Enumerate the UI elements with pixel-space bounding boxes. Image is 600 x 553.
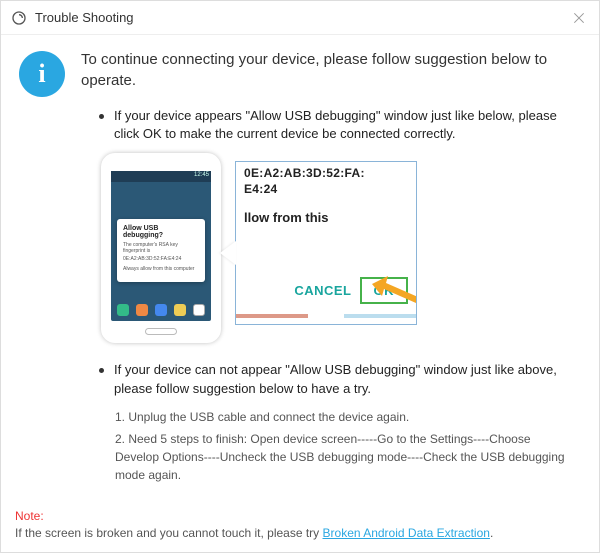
- illustration: 12:45 Allow USB debugging? The computer'…: [101, 153, 575, 343]
- bullet-text-1: If your device appears "Allow USB debugg…: [114, 107, 575, 143]
- phone-mockup: 12:45 Allow USB debugging? The computer'…: [101, 153, 221, 343]
- window-title: Trouble Shooting: [35, 10, 569, 25]
- zoom-panel: 0E:A2:AB:3D:52:FA: E4:24 llow from this …: [235, 161, 417, 325]
- app-icon: [11, 10, 27, 26]
- steps-list: 1. Unplug the USB cable and connect the …: [115, 408, 575, 484]
- phone-dialog: Allow USB debugging? The computer's RSA …: [117, 219, 205, 282]
- step-2: 2. Need 5 steps to finish: Open device s…: [115, 430, 575, 484]
- dialog-body: i To continue connecting your device, pl…: [1, 35, 599, 552]
- titlebar: Trouble Shooting: [1, 1, 599, 35]
- zoom-mac-2: E4:24: [244, 182, 408, 196]
- bullet-item-1: If your device appears "Allow USB debugg…: [93, 107, 575, 143]
- zoom-text: llow from this: [244, 210, 408, 225]
- zoom-cancel-label: CANCEL: [294, 283, 351, 298]
- instruction-list: If your device appears "Allow USB debugg…: [93, 107, 575, 143]
- dialog-window: Trouble Shooting i To continue connectin…: [0, 0, 600, 553]
- intro-text: To continue connecting your device, plea…: [81, 49, 575, 97]
- instruction-list-2: If your device can not appear "Allow USB…: [93, 361, 575, 397]
- pointer-arrow-icon: [370, 276, 417, 306]
- note-label: Note:: [15, 509, 44, 523]
- bullet-dot: [99, 114, 104, 119]
- note-tail: .: [490, 526, 493, 540]
- phone-dialog-title: Allow USB debugging?: [123, 225, 199, 239]
- bullet-item-2: If your device can not appear "Allow USB…: [93, 361, 575, 397]
- close-icon[interactable]: [569, 8, 589, 28]
- step-1: 1. Unplug the USB cable and connect the …: [115, 408, 575, 426]
- note-block: Note: If the screen is broken and you ca…: [15, 508, 585, 542]
- bullet-dot: [99, 368, 104, 373]
- intro-row: i To continue connecting your device, pl…: [19, 49, 575, 97]
- broken-android-link[interactable]: Broken Android Data Extraction: [323, 526, 490, 540]
- callout-arrow-icon: [220, 241, 236, 265]
- zoom-mac-1: 0E:A2:AB:3D:52:FA:: [244, 166, 408, 180]
- bullet-text-2: If your device can not appear "Allow USB…: [114, 361, 575, 397]
- info-icon: i: [19, 51, 65, 97]
- note-text: If the screen is broken and you cannot t…: [15, 526, 323, 540]
